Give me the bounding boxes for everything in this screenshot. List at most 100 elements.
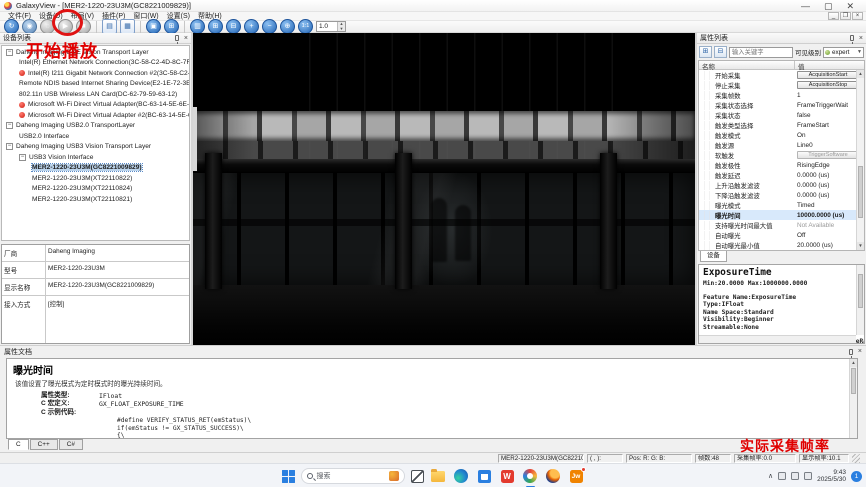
collapse-expander-icon[interactable]: −: [6, 122, 13, 129]
property-row[interactable]: 下降沿触发滤波0.0000 (us): [699, 190, 864, 200]
record-video-button[interactable]: ▦: [120, 19, 135, 34]
app-wps[interactable]: W: [499, 468, 516, 485]
grid-small-button[interactable]: ⊟: [226, 19, 241, 34]
column-header-name[interactable]: 名称: [699, 61, 795, 69]
notification-badge[interactable]: 1: [851, 471, 862, 482]
camera-view[interactable]: [193, 33, 695, 345]
tab-device[interactable]: 设备: [700, 251, 727, 262]
device-tree-node[interactable]: 802.11n USB Wireless LAN Card(DC-62-79-5…: [2, 89, 189, 100]
task-view-button[interactable]: [411, 470, 424, 483]
app-microsoft-store[interactable]: [476, 468, 493, 485]
doc-scrollbar[interactable]: ▲: [849, 359, 857, 438]
doc-tab-c#[interactable]: C#: [59, 439, 83, 450]
mdi-close-button[interactable]: ×: [852, 12, 863, 20]
minimize-button[interactable]: —: [801, 1, 810, 11]
collapse-expander-icon[interactable]: −: [6, 49, 13, 56]
device-tree-node[interactable]: −USB3 Vision Interface: [2, 152, 189, 163]
property-row[interactable]: 曝光时间10000.0000 (us): [699, 210, 864, 220]
zoom-out-button[interactable]: −: [262, 19, 277, 34]
pin-icon[interactable]: [849, 349, 853, 355]
device-tree-node[interactable]: Microsoft Wi-Fi Direct Virtual Adapter #…: [2, 110, 189, 121]
device-tree-node[interactable]: MER2-1220-23U3M(XT22110824): [2, 184, 189, 195]
layout-single-button[interactable]: ▣: [146, 19, 161, 34]
property-row[interactable]: 触发模式On: [699, 130, 864, 140]
taskbar-search[interactable]: 搜索: [301, 468, 405, 484]
property-row[interactable]: 触发延迟0.0000 (us): [699, 170, 864, 180]
feature-doc-hscrollbar[interactable]: [699, 335, 856, 343]
collapse-expander-icon[interactable]: −: [19, 154, 26, 161]
property-row[interactable]: 开始采集AcquisitionStart: [699, 70, 864, 80]
collapse-expander-icon[interactable]: −: [6, 143, 13, 150]
device-tree-node-selected[interactable]: MER2-1220-23U3M(GC8221009829): [2, 163, 189, 174]
device-tree-node[interactable]: −Daheng Imaging USB3 Vision Transport La…: [2, 142, 189, 153]
property-row[interactable]: 采集状态false: [699, 110, 864, 120]
property-command-button[interactable]: AcquisitionStart: [797, 71, 859, 80]
property-row[interactable]: 软触发TriggerSoftware: [699, 150, 864, 160]
scroll-down-icon[interactable]: ▼: [857, 242, 864, 250]
mdi-restore-button[interactable]: ❐: [840, 12, 851, 20]
app-firefox[interactable]: [545, 468, 562, 485]
taskbar-clock[interactable]: 9:43 2025/5/30: [817, 469, 846, 484]
start-acquisition-button[interactable]: ▶: [58, 19, 73, 34]
grid-large-button[interactable]: ⊞: [208, 19, 223, 34]
stop-acquisition-button[interactable]: ■: [76, 19, 91, 34]
collapse-all-button[interactable]: ⊟: [714, 46, 727, 58]
save-image-button[interactable]: ▤: [102, 19, 117, 34]
tray-overflow-icon[interactable]: ∧: [768, 472, 773, 480]
device-tree-node[interactable]: −Daheng Imaging USB2.0 TransportLayer: [2, 121, 189, 132]
maximize-button[interactable]: ▢: [824, 1, 833, 11]
pin-icon[interactable]: [850, 35, 854, 41]
pin-icon[interactable]: [175, 35, 179, 41]
column-header-value[interactable]: 值: [795, 61, 864, 69]
property-row[interactable]: 自动曝光最小值20.0000 (us): [699, 240, 864, 250]
visibility-level-select[interactable]: expert ▼: [823, 47, 864, 58]
zoom-ratio-combo[interactable]: 1.0 ▲▼: [316, 21, 346, 32]
property-row[interactable]: 触发源Line0: [699, 140, 864, 150]
expand-all-button[interactable]: ⊞: [699, 46, 712, 58]
property-row[interactable]: 自动曝光Off: [699, 230, 864, 240]
start-button[interactable]: [282, 470, 295, 483]
property-grid-scrollbar[interactable]: ▲ ▼: [856, 70, 864, 250]
device-tree-node[interactable]: Microsoft Wi-Fi Direct Virtual Adapter(B…: [2, 100, 189, 111]
property-row[interactable]: 曝光模式Timed: [699, 200, 864, 210]
app-file-explorer[interactable]: [430, 468, 447, 485]
scrollbar-thumb[interactable]: [858, 166, 863, 218]
zoom-1to1-button[interactable]: 1:1: [298, 19, 313, 34]
close-panel-icon[interactable]: ×: [184, 35, 188, 42]
device-tree-node[interactable]: USB2.0 Interface: [2, 131, 189, 142]
app-galaxyview[interactable]: [522, 468, 539, 485]
scroll-up-icon[interactable]: ▲: [857, 70, 864, 78]
open-device-button[interactable]: ◉: [22, 19, 37, 34]
property-row[interactable]: 停止采集AcquisitionStop: [699, 80, 864, 90]
app-jianwei[interactable]: Jw: [568, 468, 585, 485]
property-row[interactable]: 采集帧数1: [699, 90, 864, 100]
scrollbar-thumb[interactable]: [851, 368, 856, 394]
device-tree-node[interactable]: Remote NDIS based Internet Sharing Devic…: [2, 79, 189, 90]
device-tree-node[interactable]: MER2-1220-23U3M(XT22110821): [2, 194, 189, 205]
doc-tab-c++[interactable]: C++: [30, 439, 58, 450]
doc-tab-c[interactable]: C: [8, 439, 29, 450]
device-tree-node[interactable]: MER2-1220-23U3M(XT22110822): [2, 173, 189, 184]
layout-quad-button[interactable]: ⊞: [164, 19, 179, 34]
feature-doc-scrollbar[interactable]: [856, 265, 864, 335]
device-tree-node[interactable]: Intel(R) I211 Gigabit Network Connection…: [2, 68, 189, 79]
close-device-button[interactable]: ◌: [40, 19, 55, 34]
zoom-fit-button[interactable]: ⊕: [280, 19, 295, 34]
property-row[interactable]: 采集状态选择FrameTriggerWait: [699, 100, 864, 110]
mdi-minimize-button[interactable]: _: [828, 12, 839, 20]
refresh-device-list-button[interactable]: ↻: [4, 19, 19, 34]
zoom-in-button[interactable]: +: [244, 19, 259, 34]
scroll-up-icon[interactable]: ▲: [850, 359, 857, 367]
property-command-button[interactable]: AcquisitionStop: [797, 81, 859, 90]
histogram-button[interactable]: ▥: [190, 19, 205, 34]
zoom-ratio-spinner[interactable]: ▲▼: [337, 22, 345, 31]
volume-tray-icon[interactable]: [804, 472, 812, 480]
network-tray-icon[interactable]: [791, 472, 799, 480]
property-row[interactable]: 触发极性RisingEdge: [699, 160, 864, 170]
property-row[interactable]: 支持曝光时间最大值Not Available: [699, 220, 864, 230]
property-row[interactable]: 触发类型选择FrameStart: [699, 120, 864, 130]
app-edge[interactable]: [453, 468, 470, 485]
keyword-search-input[interactable]: [729, 47, 793, 58]
close-panel-icon[interactable]: ×: [859, 35, 863, 42]
ime-tray-icon[interactable]: [778, 472, 786, 480]
